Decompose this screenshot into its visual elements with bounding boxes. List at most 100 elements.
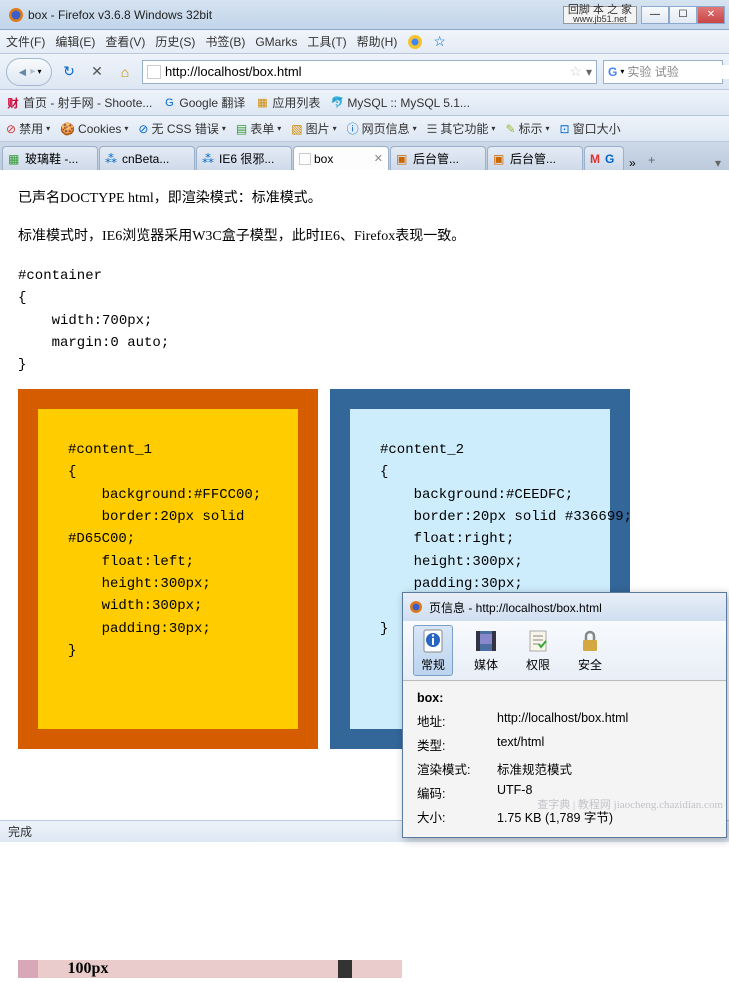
tab-active[interactable]: box✕ <box>293 146 389 170</box>
menu-edit[interactable]: 编辑(E) <box>55 33 95 50</box>
dialog-toolbar: 常规 媒体 权限 安全 <box>403 621 726 681</box>
tab-close-icon[interactable]: ✕ <box>374 152 383 165</box>
bookmark-item[interactable]: GGoogle 翻译 <box>162 94 245 111</box>
cookies-icon: 🍪 <box>60 122 75 136</box>
media-icon <box>473 628 499 654</box>
dev-disable[interactable]: ⊘禁用▾ <box>6 120 50 137</box>
images-icon: ▧ <box>291 122 302 136</box>
dev-images[interactable]: ▧图片▾ <box>291 120 336 137</box>
stop-button[interactable]: ✕ <box>86 61 108 83</box>
dev-info[interactable]: ⓘ网页信息▾ <box>347 120 417 137</box>
info-icon: ⓘ <box>347 120 359 137</box>
menu-tools[interactable]: 工具(T) <box>307 33 346 50</box>
dev-highlight[interactable]: ✎标示▾ <box>505 120 549 137</box>
ruler: 100px <box>18 956 402 982</box>
menu-history[interactable]: 历史(S) <box>155 33 195 50</box>
tab-favicon: ▣ <box>396 152 410 166</box>
menu-view[interactable]: 查看(V) <box>105 33 145 50</box>
other-icon: ☰ <box>427 122 438 136</box>
info-row: 类型:text/html <box>417 735 712 754</box>
firefox-icon <box>8 7 24 23</box>
back-icon: ◄ <box>17 65 29 79</box>
window-icon: ⊡ <box>560 122 570 136</box>
firefox-icon <box>409 600 423 614</box>
tab-favicon: ▣ <box>493 152 507 166</box>
disable-icon: ⊘ <box>6 122 16 136</box>
tab[interactable]: ▣后台管... <box>487 146 583 170</box>
tab-favicon: ⁂ <box>202 152 216 166</box>
watermark: 查字典 | 教程网 jiaocheng.chazidian.com <box>537 796 723 812</box>
bookmark-icon: 🐬 <box>330 96 344 110</box>
bookmark-item[interactable]: 🐬MySQL :: MySQL 5.1... <box>330 96 469 110</box>
url-dropdown-icon[interactable]: ▾ <box>586 65 592 79</box>
menubar: 文件(F) 编辑(E) 查看(V) 历史(S) 书签(B) GMarks 工具(… <box>0 30 729 54</box>
menu-bookmarks[interactable]: 书签(B) <box>205 33 245 50</box>
tab-media[interactable]: 媒体 <box>473 628 499 673</box>
menu-file[interactable]: 文件(F) <box>6 33 45 50</box>
tab[interactable]: ⁂IE6 很邪... <box>196 146 292 170</box>
dev-other[interactable]: ☰其它功能▾ <box>427 120 496 137</box>
info-row: 地址:http://localhost/box.html <box>417 711 712 730</box>
content-paragraph: 已声名DOCTYPE html，即渲染模式：标准模式。 <box>18 188 725 210</box>
lock-icon <box>577 628 603 654</box>
tab[interactable]: ▣后台管... <box>390 146 486 170</box>
menu-gmarks[interactable]: GMarks <box>255 35 297 49</box>
bookmark-item[interactable]: ▦应用列表 <box>255 94 320 111</box>
menu-help[interactable]: 帮助(H) <box>357 33 398 50</box>
tab-favicon <box>299 153 311 165</box>
url-input[interactable] <box>165 64 565 79</box>
permissions-icon <box>525 628 551 654</box>
bookmark-icon: G <box>162 96 176 110</box>
page-icon <box>147 65 161 79</box>
tab-security[interactable]: 安全 <box>577 628 603 673</box>
tab-gmail[interactable]: MG <box>584 146 624 170</box>
tab[interactable]: ▦玻璃鞋 -... <box>2 146 98 170</box>
info-row: 渲染模式:标准规范模式 <box>417 759 712 778</box>
tab[interactable]: ⁂cnBeta... <box>99 146 195 170</box>
info-heading: box: <box>417 691 712 705</box>
tab-list-button[interactable]: ▾ <box>709 156 727 170</box>
search-input[interactable] <box>627 65 729 79</box>
url-bar[interactable]: ☆ ▾ <box>142 60 597 84</box>
search-bar[interactable]: G ▾ <box>603 60 723 84</box>
home-button[interactable]: ⌂ <box>114 61 136 83</box>
content-box-1: #content_1 { background:#FFCC00; border:… <box>18 389 318 749</box>
bookmark-star-icon[interactable]: ☆ <box>569 63 582 80</box>
status-text: 完成 <box>8 823 32 840</box>
dev-window[interactable]: ⊡窗口大小 <box>560 120 621 137</box>
chrome-icon[interactable] <box>407 34 423 50</box>
content-paragraph: 标准模式时，IE6浏览器采用W3C盒子模型，此时IE6、Firefox表现一致。 <box>18 226 725 248</box>
back-forward-button[interactable]: ◄ ▸ ▾ <box>6 58 52 86</box>
dialog-titlebar[interactable]: 页信息 - http://localhost/box.html <box>403 593 726 621</box>
forms-icon: ▤ <box>236 122 247 136</box>
bookmark-item[interactable]: 财首页 - 射手网 - Shoote... <box>6 94 152 111</box>
dev-css[interactable]: ⊘无 CSS 错误▾ <box>138 120 225 137</box>
dev-forms[interactable]: ▤表单▾ <box>236 120 281 137</box>
tab-permissions[interactable]: 权限 <box>525 628 551 673</box>
tab-bar: ▦玻璃鞋 -... ⁂cnBeta... ⁂IE6 很邪... box✕ ▣后台… <box>0 142 729 170</box>
bookmark-icon: ▦ <box>255 96 269 110</box>
ad-badge: 回脚 本 之 家 www.jb51.net <box>563 6 637 24</box>
bookmarks-bar: 财首页 - 射手网 - Shoote... GGoogle 翻译 ▦应用列表 🐬… <box>0 90 729 116</box>
info-icon <box>420 628 446 654</box>
minimize-button[interactable]: — <box>641 6 669 24</box>
history-dropdown-icon: ▾ <box>37 67 41 76</box>
nav-toolbar: ◄ ▸ ▾ ↻ ✕ ⌂ ☆ ▾ G ▾ <box>0 54 729 90</box>
dev-cookies[interactable]: 🍪Cookies▾ <box>60 122 128 136</box>
bookmark-icon: 财 <box>6 96 20 110</box>
tab-general[interactable]: 常规 <box>413 625 453 676</box>
highlight-icon: ✎ <box>505 122 515 136</box>
css-code-container: #container { width:700px; margin:0 auto;… <box>18 265 725 377</box>
star-icon[interactable]: ☆ <box>433 33 446 50</box>
google-icon[interactable]: G <box>608 65 617 79</box>
close-button[interactable]: ✕ <box>697 6 725 24</box>
tab-overflow[interactable]: » <box>625 156 640 170</box>
search-engine-dropdown[interactable]: ▾ <box>620 67 624 76</box>
css-icon: ⊘ <box>138 122 148 136</box>
tab-favicon: ⁂ <box>105 152 119 166</box>
new-tab-button[interactable]: + <box>640 150 664 170</box>
tab-favicon: ▦ <box>8 152 22 166</box>
reload-button[interactable]: ↻ <box>58 61 80 83</box>
gmail-icon: M <box>590 152 600 166</box>
maximize-button[interactable]: ☐ <box>669 6 697 24</box>
